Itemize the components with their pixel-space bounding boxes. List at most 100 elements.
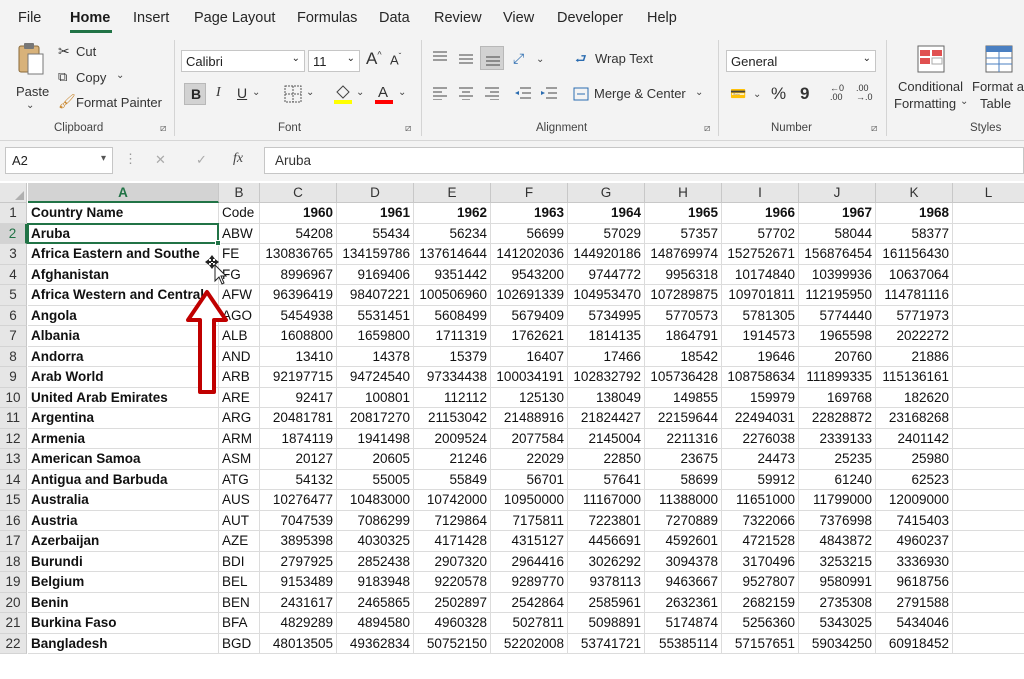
table-cell[interactable]: 156876454 (799, 244, 876, 265)
table-cell[interactable]: 25235 (799, 449, 876, 470)
align-right-icon[interactable] (484, 86, 500, 100)
dialog-launcher-icon[interactable]: ⧄ (160, 123, 166, 134)
table-cell[interactable]: 100506960 (414, 285, 491, 306)
chevron-down-icon[interactable]: ⌄ (753, 89, 761, 100)
table-cell[interactable] (953, 388, 1024, 408)
table-cell[interactable]: 2797925 (260, 551, 337, 572)
row-header[interactable]: 19 (0, 572, 27, 593)
table-cell[interactable] (953, 613, 1024, 634)
table-cell[interactable]: 48013505 (260, 633, 337, 654)
table-cell[interactable]: 56701 (491, 469, 568, 490)
table-cell[interactable] (953, 429, 1024, 449)
table-cell[interactable]: 19646 (722, 346, 799, 367)
table-cell[interactable]: 23168268 (876, 408, 953, 429)
formula-input[interactable]: Aruba (264, 147, 1024, 174)
table-cell[interactable]: 7086299 (337, 510, 414, 531)
table-cell[interactable]: 62523 (876, 469, 953, 490)
table-cell[interactable]: Burundi (28, 551, 219, 572)
table-cell[interactable]: 114781116 (876, 285, 953, 306)
table-cell[interactable]: 20127 (260, 449, 337, 470)
align-left-icon[interactable] (432, 86, 448, 100)
dialog-launcher-icon[interactable]: ⧄ (405, 123, 411, 134)
column-header-g[interactable]: G (568, 183, 645, 203)
row-header[interactable]: 2 (0, 223, 27, 244)
dialog-launcher-icon[interactable]: ⧄ (871, 123, 877, 134)
table-cell[interactable]: 2791588 (876, 592, 953, 613)
table-cell[interactable]: 21886 (876, 346, 953, 367)
table-cell[interactable]: Armenia (28, 428, 219, 449)
tab-developer[interactable]: Developer (557, 10, 623, 26)
table-cell[interactable]: 10399936 (799, 264, 876, 285)
header-cell[interactable]: 1963 (491, 203, 568, 224)
row-header[interactable]: 1 (0, 203, 27, 224)
underline-button[interactable]: U (237, 85, 247, 101)
row-header[interactable]: 14 (0, 469, 27, 490)
table-cell[interactable]: 7270889 (645, 510, 722, 531)
orientation-icon[interactable]: ⤢ (513, 50, 524, 67)
currency-icon[interactable]: 💳 (730, 86, 746, 102)
table-cell[interactable]: 102691339 (491, 285, 568, 306)
table-cell[interactable]: 2585961 (568, 592, 645, 613)
table-cell[interactable]: 22159644 (645, 408, 722, 429)
table-cell[interactable]: 9543200 (491, 264, 568, 285)
table-cell[interactable]: Africa Eastern and Southe (28, 244, 219, 265)
chevron-down-icon[interactable]: ⌄ (252, 87, 260, 98)
table-cell[interactable]: ATG (219, 469, 260, 490)
table-cell[interactable]: 100801 (337, 387, 414, 408)
table-cell[interactable]: 5774440 (799, 305, 876, 326)
table-cell[interactable]: 159979 (722, 387, 799, 408)
table-cell[interactable]: 21824427 (568, 408, 645, 429)
table-cell[interactable]: 2502897 (414, 592, 491, 613)
table-cell[interactable]: 58377 (876, 223, 953, 244)
table-cell[interactable]: 2465865 (337, 592, 414, 613)
table-cell[interactable]: 55005 (337, 469, 414, 490)
table-cell[interactable]: 152752671 (722, 244, 799, 265)
table-cell[interactable]: 2431617 (260, 592, 337, 613)
confirm-entry-button[interactable]: ✓ (196, 152, 207, 168)
table-cell[interactable]: 2964416 (491, 551, 568, 572)
table-cell[interactable]: 25980 (876, 449, 953, 470)
chevron-down-icon[interactable]: ⌄ (356, 87, 364, 98)
row-header[interactable]: 15 (0, 490, 27, 511)
tab-file[interactable]: File (18, 10, 41, 26)
row-header[interactable]: 7 (0, 326, 27, 347)
table-cell[interactable]: 4960328 (414, 613, 491, 634)
tab-insert[interactable]: Insert (133, 10, 169, 26)
row-header[interactable]: 11 (0, 408, 27, 429)
table-cell[interactable]: 57357 (645, 223, 722, 244)
font-color-icon[interactable]: A (374, 82, 394, 104)
row-header[interactable]: 6 (0, 305, 27, 326)
table-cell[interactable]: 3026292 (568, 551, 645, 572)
table-cell[interactable]: 54132 (260, 469, 337, 490)
increase-font-size-button[interactable]: A^ (366, 49, 382, 69)
table-cell[interactable]: 148769974 (645, 244, 722, 265)
table-cell[interactable]: 112112 (414, 387, 491, 408)
tab-page-layout[interactable]: Page Layout (194, 10, 275, 26)
table-cell[interactable]: BFA (219, 613, 260, 634)
table-cell[interactable]: 130836765 (260, 244, 337, 265)
header-cell[interactable]: 1966 (722, 203, 799, 224)
table-cell[interactable]: 97334438 (414, 367, 491, 388)
table-cell[interactable]: 13410 (260, 346, 337, 367)
table-cell[interactable]: 1965598 (799, 326, 876, 347)
table-cell[interactable]: 9153489 (260, 572, 337, 593)
table-cell[interactable] (953, 511, 1024, 531)
table-cell[interactable]: 22494031 (722, 408, 799, 429)
table-cell[interactable] (953, 347, 1024, 367)
table-cell[interactable]: Afghanistan (28, 264, 219, 285)
table-cell[interactable]: 10276477 (260, 490, 337, 511)
cancel-entry-button[interactable]: ✕ (155, 152, 166, 168)
table-cell[interactable]: 21488916 (491, 408, 568, 429)
table-cell[interactable]: Azerbaijan (28, 531, 219, 552)
table-cell[interactable]: Aruba (28, 223, 219, 244)
table-cell[interactable]: 4829289 (260, 613, 337, 634)
table-cell[interactable]: 5174874 (645, 613, 722, 634)
chevron-down-icon[interactable]: ⌄ (398, 87, 406, 98)
borders-icon[interactable] (284, 85, 302, 103)
row-header[interactable]: 18 (0, 551, 27, 572)
tab-view[interactable]: View (503, 10, 534, 26)
comma-style-button[interactable]: 9 (800, 84, 809, 104)
table-cell[interactable]: ARG (219, 408, 260, 429)
table-cell[interactable]: 141202036 (491, 244, 568, 265)
table-cell[interactable]: Belgium (28, 572, 219, 593)
